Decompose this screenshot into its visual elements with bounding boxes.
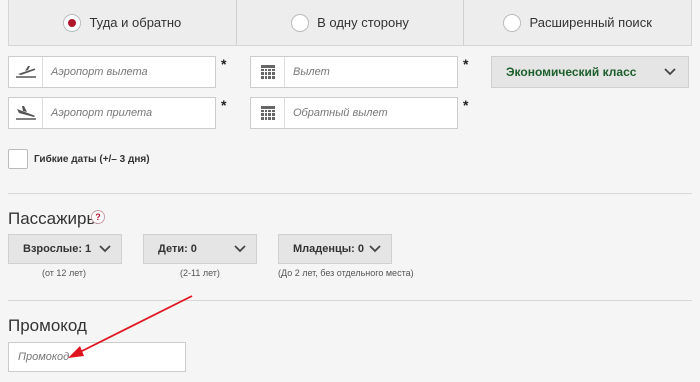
required-mark: *	[221, 56, 227, 72]
calendar-icon	[251, 98, 285, 128]
trip-option-round-trip[interactable]: Туда и обратно	[9, 0, 236, 45]
required-mark: *	[221, 97, 227, 113]
chevron-down-icon	[369, 245, 381, 253]
cabin-class-value: Экономический класс	[506, 65, 637, 79]
infants-select[interactable]: Младенцы: 0	[278, 234, 392, 264]
return-date-input[interactable]: Обратный вылет	[250, 97, 458, 129]
departure-plane-icon	[9, 57, 43, 87]
chevron-down-icon	[99, 245, 111, 253]
departure-airport-input[interactable]: Аэропорт вылета	[8, 56, 216, 88]
departure-airport-placeholder: Аэропорт вылета	[51, 66, 148, 78]
help-icon[interactable]: ?	[91, 210, 105, 224]
children-value: Дети: 0	[158, 243, 197, 255]
section-divider	[8, 193, 692, 194]
return-date-placeholder: Обратный вылет	[293, 107, 388, 119]
arrival-airport-input[interactable]: Аэропорт прилета	[8, 97, 216, 129]
children-note: (2-11 лет)	[180, 268, 220, 278]
passengers-title: Пассажиры	[8, 209, 99, 228]
trip-option-label: Туда и обратно	[89, 15, 182, 30]
children-select[interactable]: Дети: 0	[143, 234, 257, 264]
infants-value: Младенцы: 0	[293, 243, 365, 255]
infants-note: (До 2 лет, без отдельного места)	[278, 268, 414, 278]
adults-select[interactable]: Взрослые: 1	[8, 234, 122, 264]
radio-icon[interactable]	[503, 13, 522, 32]
section-divider	[8, 300, 692, 301]
calendar-icon	[251, 57, 285, 87]
arrival-plane-icon	[9, 98, 43, 128]
trip-option-advanced-search[interactable]: Расширенный поиск	[463, 0, 691, 45]
departure-date-input[interactable]: Вылет	[250, 56, 458, 88]
required-mark: *	[463, 97, 469, 113]
flexible-dates-checkbox[interactable]	[8, 149, 28, 169]
promo-title: Промокод	[8, 316, 87, 335]
adults-value: Взрослые: 1	[23, 243, 92, 255]
radio-icon[interactable]	[291, 13, 310, 32]
trip-option-one-way[interactable]: В одну сторону	[235, 0, 464, 45]
promo-code-placeholder: Промокод	[18, 351, 70, 363]
radio-selected-icon[interactable]	[63, 13, 82, 32]
required-mark: *	[463, 56, 469, 72]
trip-option-label: Расширенный поиск	[529, 15, 652, 30]
chevron-down-icon	[664, 68, 676, 76]
chevron-down-icon	[234, 245, 246, 253]
departure-date-placeholder: Вылет	[293, 66, 330, 78]
cabin-class-select[interactable]: Экономический класс	[491, 56, 689, 88]
trip-type-selector: Туда и обратно В одну сторону Расширенны…	[8, 0, 692, 46]
trip-option-label: В одну сторону	[317, 15, 409, 30]
adults-note: (от 12 лет)	[42, 268, 87, 278]
flexible-dates-label[interactable]: Гибкие даты (+/– 3 дня)	[34, 154, 150, 165]
arrival-airport-placeholder: Аэропорт прилета	[51, 107, 153, 119]
promo-code-input[interactable]: Промокод	[8, 342, 186, 372]
